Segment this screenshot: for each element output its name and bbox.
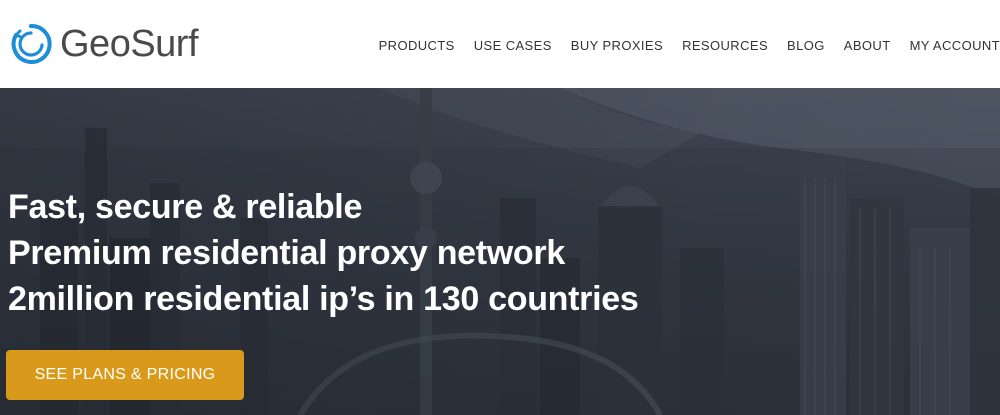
main-nav: PRODUCTS USE CASES BUY PROXIES RESOURCES… <box>360 36 1000 54</box>
hero-line-2: Premium residential proxy network <box>8 234 565 272</box>
site-header: GeoSurf PRODUCTS USE CASES BUY PROXIES R… <box>0 0 1000 88</box>
hero-line-1: Fast, secure & reliable <box>8 188 363 226</box>
geosurf-swirl-icon <box>11 23 52 64</box>
nav-item-use-cases[interactable]: USE CASES <box>474 38 552 53</box>
nav-item-products[interactable]: PRODUCTS <box>379 38 455 53</box>
see-plans-pricing-button[interactable]: SEE PLANS & PRICING <box>6 350 244 400</box>
nav-item-resources[interactable]: RESOURCES <box>682 38 768 53</box>
hero-headline: Fast, secure & reliable Premium resident… <box>8 184 639 322</box>
nav-item-buy-proxies[interactable]: BUY PROXIES <box>571 38 663 53</box>
brand-logo[interactable]: GeoSurf <box>8 18 199 70</box>
nav-item-blog[interactable]: BLOG <box>787 38 825 53</box>
brand-name: GeoSurf <box>60 22 199 65</box>
nav-item-about[interactable]: ABOUT <box>844 38 891 53</box>
hero-line-3: 2million residential ip’s in 130 countri… <box>8 280 639 318</box>
hero-banner: Fast, secure & reliable Premium resident… <box>0 88 1000 415</box>
nav-item-my-account[interactable]: MY ACCOUNT <box>910 38 1000 53</box>
